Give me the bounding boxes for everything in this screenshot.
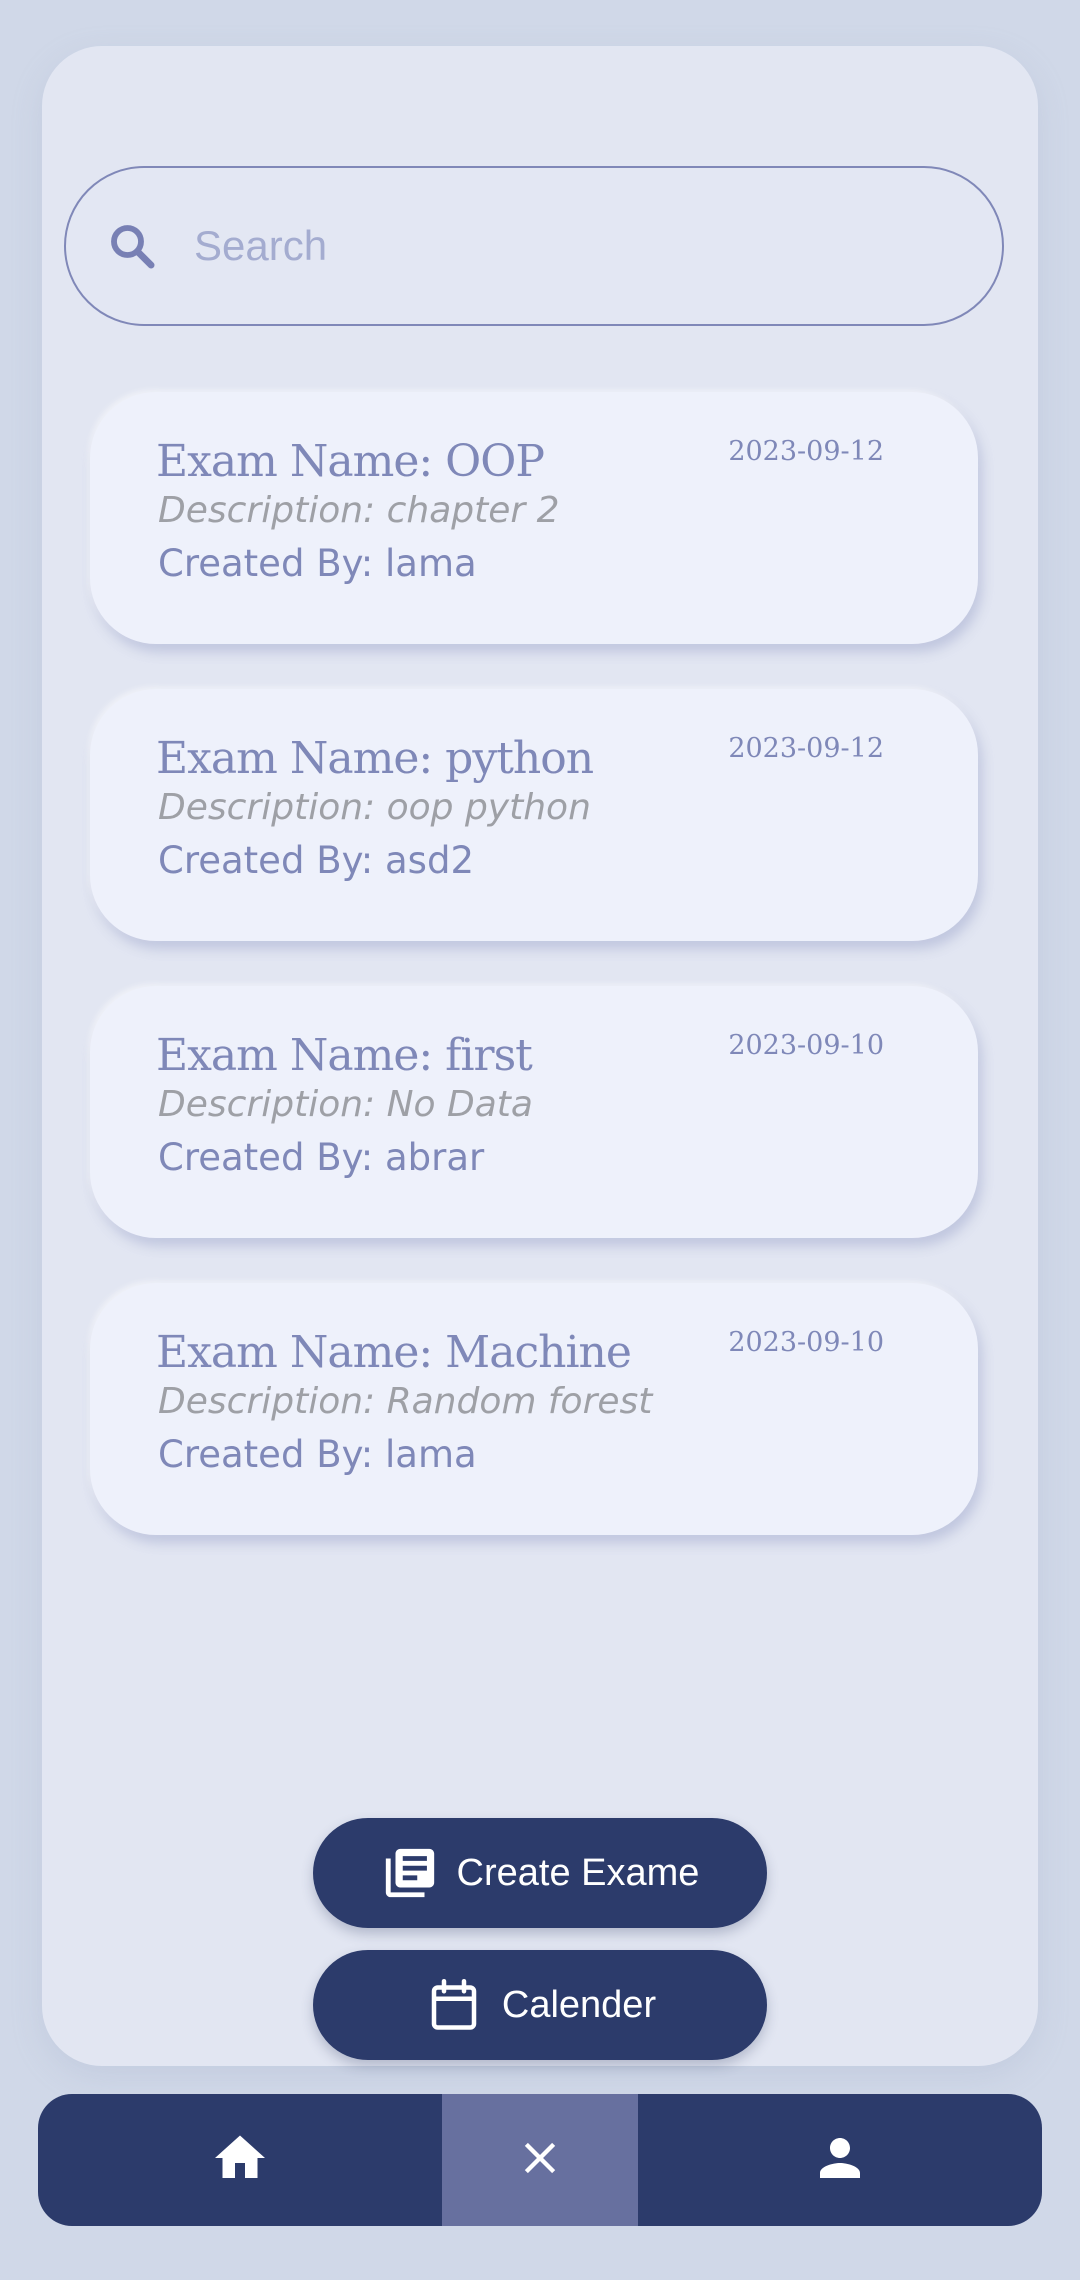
exam-card[interactable]: Exam Name: Machine 2023-09-10 Descriptio… [90,1283,978,1535]
exam-date: 2023-09-10 [728,1030,884,1061]
nav-close[interactable] [442,2094,638,2226]
close-icon [514,2132,566,2189]
home-icon [210,2128,270,2193]
exam-description: Description: chapter 2 [158,490,560,531]
exam-card[interactable]: Exam Name: python 2023-09-12 Description… [90,689,978,941]
exam-description: Description: No Data [158,1084,533,1125]
exam-title: Exam Name: Machine [156,1327,632,1378]
exam-date: 2023-09-12 [728,733,884,764]
exam-description: Description: oop python [158,787,591,828]
search-input[interactable] [194,222,954,270]
exam-title: Exam Name: first [156,1030,533,1081]
exam-date: 2023-09-12 [728,436,884,467]
exam-creator: Created By: lama [158,542,477,585]
exam-card[interactable]: Exam Name: first 2023-09-10 Description:… [90,986,978,1238]
library-books-icon [381,1844,439,1902]
exam-title: Exam Name: python [156,733,594,784]
calendar-icon [424,1975,484,2035]
create-exam-button[interactable]: Create Exame [313,1818,767,1928]
exam-title: Exam Name: OOP [156,436,545,487]
exam-creator: Created By: abrar [158,1136,485,1179]
exam-card[interactable]: Exam Name: OOP 2023-09-12 Description: c… [90,392,978,644]
exam-date: 2023-09-10 [728,1327,884,1358]
nav-home[interactable] [38,2094,442,2226]
calendar-button[interactable]: Calender [313,1950,767,2060]
search-bar[interactable] [64,166,1004,326]
exam-description: Description: Random forest [158,1381,653,1422]
exam-creator: Created By: lama [158,1433,477,1476]
nav-profile[interactable] [638,2094,1042,2226]
exam-creator: Created By: asd2 [158,839,474,882]
search-icon [102,216,162,276]
person-icon [810,2128,870,2193]
bottom-nav [38,2094,1042,2226]
calendar-label: Calender [501,1983,657,2026]
create-exam-label: Create Exame [456,1851,700,1894]
